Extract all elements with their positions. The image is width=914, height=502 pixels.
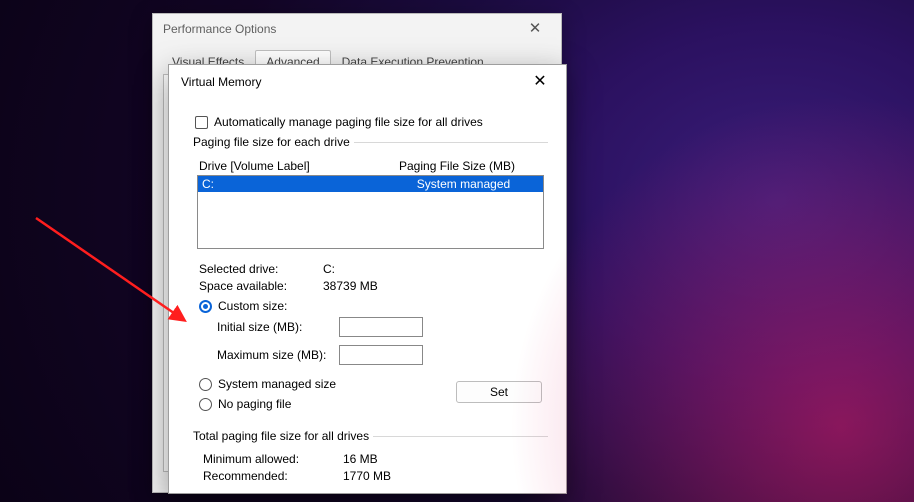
min-allowed-label: Minimum allowed:: [203, 452, 343, 466]
radio-system-label: System managed size: [218, 377, 336, 391]
vm-titlebar: Virtual Memory ✕: [169, 65, 566, 99]
col-drive: Drive [Volume Label]: [199, 159, 399, 173]
selected-drive-label: Selected drive:: [199, 262, 323, 276]
initial-size-input[interactable]: [339, 317, 423, 337]
maximum-size-input[interactable]: [339, 345, 423, 365]
set-button[interactable]: Set: [456, 381, 542, 403]
perf-titlebar: Performance Options ✕: [153, 14, 561, 44]
col-paging-size: Paging File Size (MB): [399, 159, 515, 173]
drive-column-headers: Drive [Volume Label] Paging File Size (M…: [199, 159, 548, 173]
drive-list[interactable]: C: System managed: [197, 175, 544, 249]
close-icon[interactable]: ✕: [524, 67, 556, 97]
recommended-value: 1770 MB: [343, 469, 391, 483]
radio-custom-label: Custom size:: [218, 299, 287, 313]
maximum-size-label: Maximum size (MB):: [217, 348, 329, 362]
selected-drive-value: C:: [323, 262, 335, 276]
close-icon[interactable]: ✕: [519, 14, 551, 44]
perf-title: Performance Options: [163, 22, 276, 36]
auto-manage-checkbox[interactable]: [195, 116, 208, 129]
radio-custom-size[interactable]: [199, 300, 212, 313]
auto-manage-label: Automatically manage paging file size fo…: [214, 115, 483, 129]
virtual-memory-dialog: Virtual Memory ✕ Automatically manage pa…: [168, 64, 567, 494]
total-paging-group: Total paging file size for all drives Mi…: [193, 429, 548, 489]
min-allowed-value: 16 MB: [343, 452, 378, 466]
drive-size: System managed: [398, 177, 543, 191]
initial-size-label: Initial size (MB):: [217, 320, 329, 334]
group2-legend: Total paging file size for all drives: [193, 429, 373, 443]
radio-no-paging[interactable]: [199, 398, 212, 411]
radio-none-label: No paging file: [218, 397, 291, 411]
space-available-value: 38739 MB: [323, 279, 378, 293]
recommended-label: Recommended:: [203, 469, 343, 483]
drive-label: C:: [198, 177, 398, 191]
drive-row[interactable]: C: System managed: [198, 176, 543, 192]
group1-legend: Paging file size for each drive: [193, 135, 354, 149]
paging-per-drive-group: Paging file size for each drive Drive [V…: [193, 135, 548, 419]
space-available-label: Space available:: [199, 279, 323, 293]
vm-title: Virtual Memory: [179, 75, 261, 89]
radio-system-managed[interactable]: [199, 378, 212, 391]
